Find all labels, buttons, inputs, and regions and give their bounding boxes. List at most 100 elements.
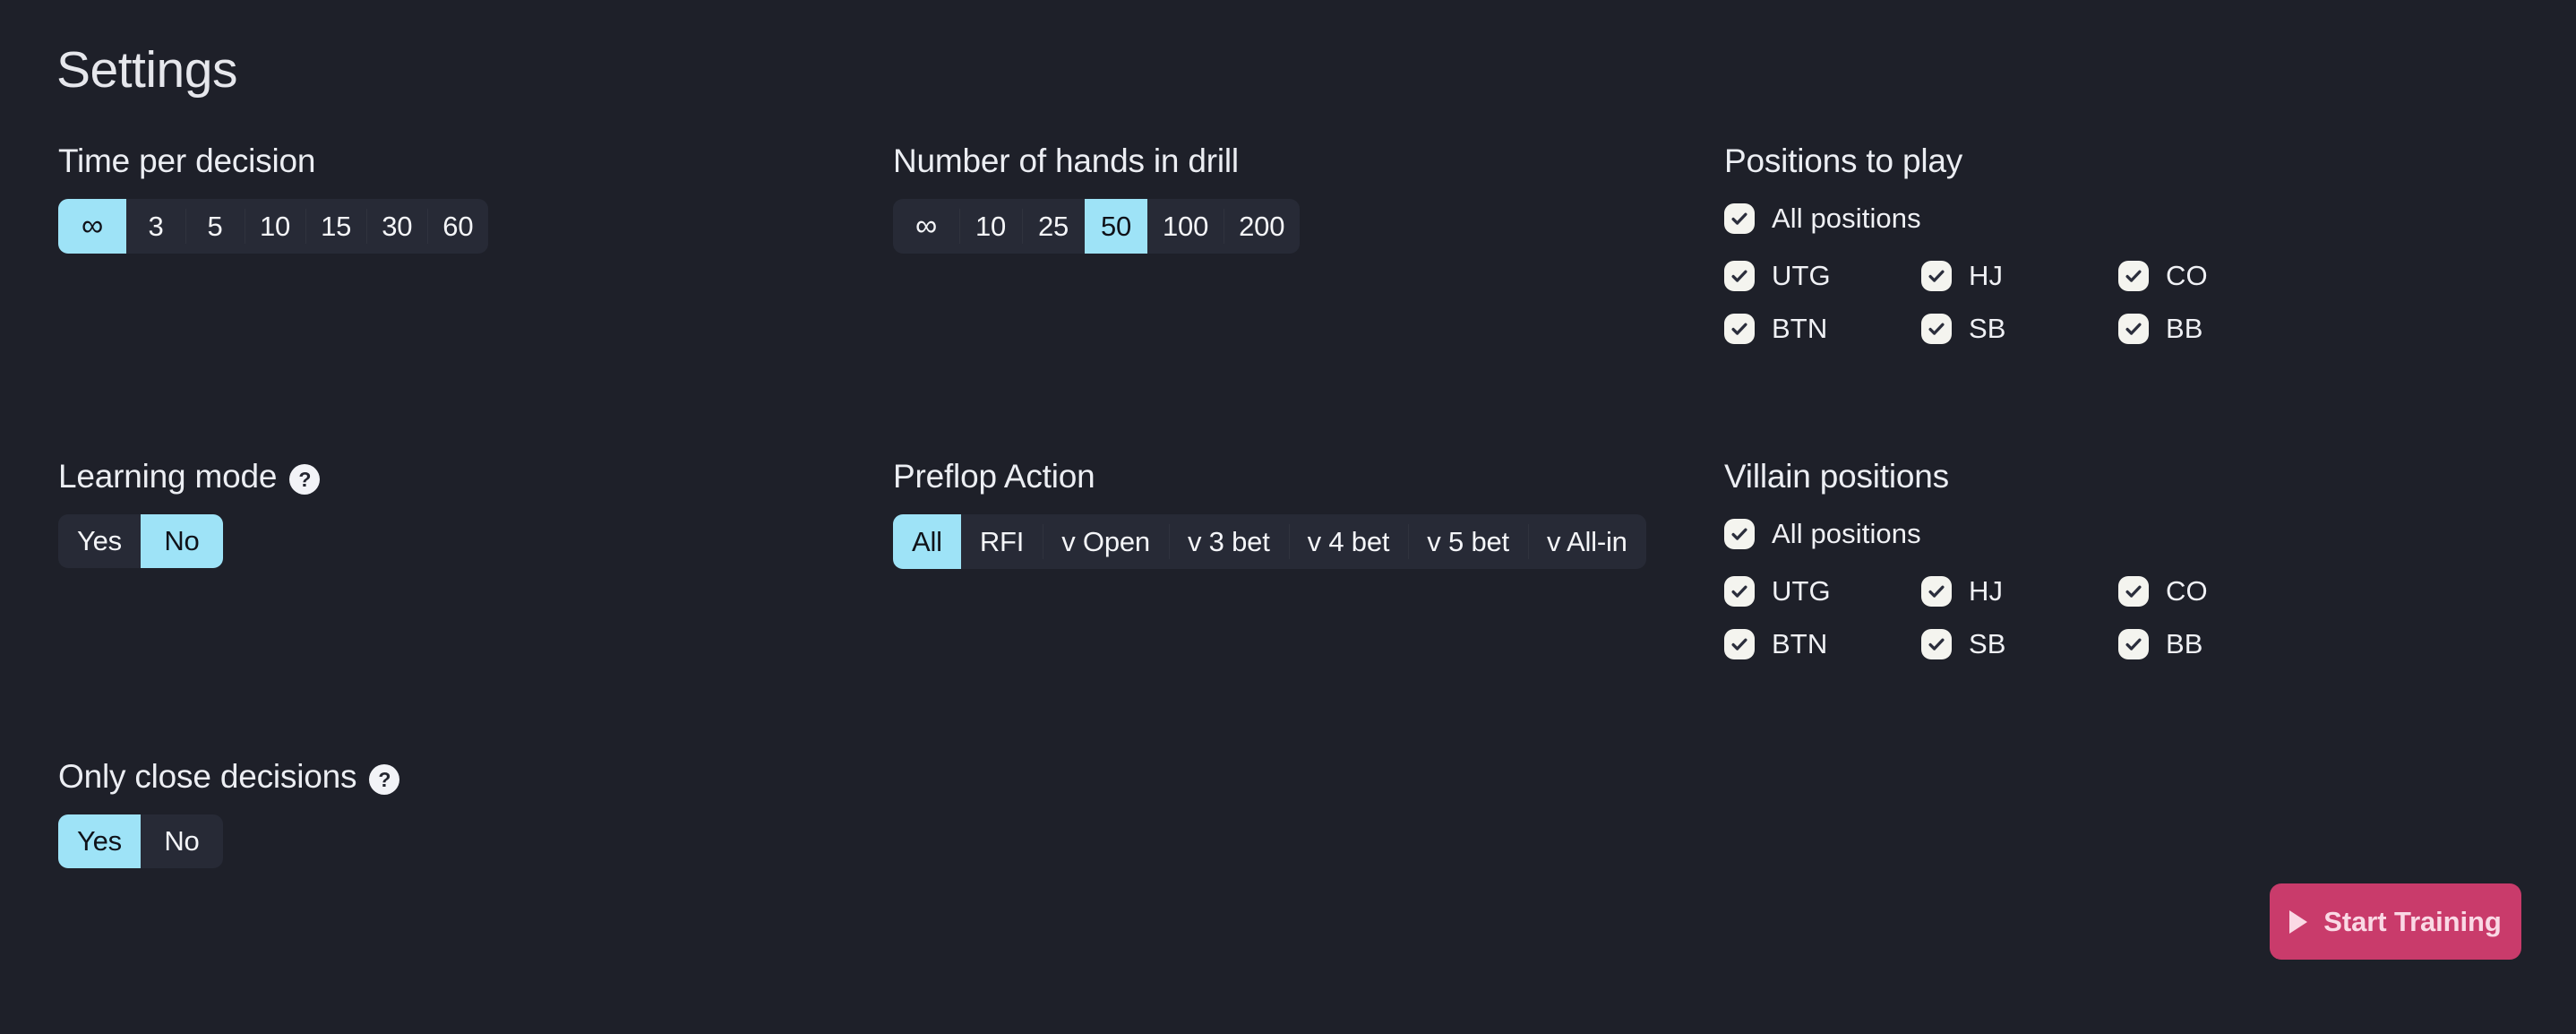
time-option-15[interactable]: 15 — [305, 199, 366, 254]
villain-positions-checkbox-all-positions[interactable]: All positions — [1724, 518, 1921, 550]
time-option-30[interactable]: 30 — [366, 199, 427, 254]
positions-to-play-checkbox-group: All positions UTG HJ CO BTN SB BB — [1724, 202, 2208, 345]
villain-positions-all-row: All positions — [1724, 518, 2208, 550]
checkmark-icon — [1921, 576, 1952, 607]
hands-option-25[interactable]: 25 — [1022, 199, 1085, 254]
positions-to-play-section: Positions to play All positions UTG HJ CO BT… — [1724, 142, 2208, 345]
preflop-option-rfi[interactable]: RFI — [961, 514, 1043, 569]
checkbox-label: HJ — [1969, 260, 2004, 291]
time-per-decision-segmented-control[interactable]: ∞ 3 5 10 15 30 60 — [58, 199, 489, 254]
checkbox-label: BB — [2166, 313, 2203, 344]
only-close-option-no[interactable]: No — [141, 814, 223, 868]
time-option-10[interactable]: 10 — [245, 199, 305, 254]
checkbox-label: All positions — [1772, 202, 1921, 234]
checkbox-label: BTN — [1772, 628, 1828, 659]
start-training-label: Start Training — [2323, 905, 2502, 937]
time-option-60[interactable]: 60 — [427, 199, 488, 254]
checkmark-icon — [1724, 203, 1755, 234]
start-training-button[interactable]: Start Training — [2270, 883, 2521, 960]
checkmark-icon — [2118, 629, 2149, 659]
villain-positions-section: Villain positions All positions UTG HJ CO BT… — [1724, 457, 2208, 660]
positions-to-play-checkbox-hj[interactable]: HJ — [1921, 260, 2118, 292]
hands-option-100[interactable]: 100 — [1147, 199, 1224, 254]
positions-to-play-title: Positions to play — [1724, 142, 1963, 179]
checkmark-icon — [1921, 314, 1952, 344]
checkbox-label: SB — [1969, 313, 2006, 344]
positions-to-play-row: UTG HJ CO — [1724, 260, 2208, 292]
time-per-decision-section: Time per decision ∞ 3 5 10 15 30 60 — [58, 142, 489, 254]
positions-to-play-checkbox-sb[interactable]: SB — [1921, 313, 2118, 345]
hands-option-50[interactable]: 50 — [1085, 199, 1147, 254]
preflop-option-v-all-in[interactable]: v All-in — [1527, 514, 1646, 569]
infinity-icon: ∞ — [914, 208, 938, 243]
hands-in-drill-segmented-control[interactable]: ∞ 10 25 50 100 200 — [893, 199, 1301, 254]
villain-positions-title: Villain positions — [1724, 458, 1949, 495]
hands-in-drill-label: Number of hands in drill — [893, 142, 1300, 181]
villain-positions-label: Villain positions — [1724, 457, 2208, 496]
preflop-option-v-open[interactable]: v Open — [1043, 514, 1169, 569]
villain-positions-checkbox-utg[interactable]: UTG — [1724, 575, 1921, 607]
learning-mode-option-no[interactable]: No — [141, 514, 223, 568]
positions-to-play-checkbox-btn[interactable]: BTN — [1724, 313, 1921, 345]
help-icon[interactable]: ? — [289, 464, 321, 495]
time-option-5[interactable]: 5 — [185, 199, 245, 254]
preflop-option-v-5-bet[interactable]: v 5 bet — [1408, 514, 1528, 569]
learning-mode-label: Learning mode ? — [58, 457, 321, 496]
preflop-action-title: Preflop Action — [893, 458, 1095, 495]
checkmark-icon — [1921, 629, 1952, 659]
preflop-option-v-4-bet[interactable]: v 4 bet — [1288, 514, 1409, 569]
learning-mode-option-yes[interactable]: Yes — [58, 514, 141, 568]
time-option-3[interactable]: 3 — [126, 199, 185, 254]
learning-mode-toggle[interactable]: Yes No — [58, 514, 223, 568]
checkbox-label: BTN — [1772, 313, 1828, 344]
hands-option-10[interactable]: 10 — [959, 199, 1022, 254]
villain-positions-checkbox-co[interactable]: CO — [2118, 575, 2208, 607]
positions-to-play-checkbox-bb[interactable]: BB — [2118, 313, 2203, 345]
positions-to-play-checkbox-co[interactable]: CO — [2118, 260, 2208, 292]
positions-to-play-checkbox-utg[interactable]: UTG — [1724, 260, 1921, 292]
preflop-action-label: Preflop Action — [893, 457, 1646, 496]
villain-positions-checkbox-hj[interactable]: HJ — [1921, 575, 2118, 607]
villain-positions-checkbox-bb[interactable]: BB — [2118, 628, 2203, 660]
preflop-option-all[interactable]: All — [893, 514, 961, 569]
only-close-decisions-section: Only close decisions ? Yes No — [58, 757, 400, 868]
hands-in-drill-section: Number of hands in drill ∞ 10 25 50 100 200 — [893, 142, 1301, 254]
villain-positions-checkbox-sb[interactable]: SB — [1921, 628, 2118, 660]
checkmark-icon — [1724, 261, 1755, 291]
checkbox-label: CO — [2166, 575, 2208, 607]
checkmark-icon — [2118, 576, 2149, 607]
checkbox-label: BB — [2166, 628, 2203, 659]
help-icon[interactable]: ? — [369, 764, 400, 795]
checkmark-icon — [1921, 261, 1952, 291]
checkbox-label: HJ — [1969, 575, 2004, 607]
hands-option-[interactable]: ∞ — [893, 199, 959, 254]
play-icon — [2289, 909, 2308, 934]
checkmark-icon — [2118, 314, 2149, 344]
checkbox-label: All positions — [1772, 518, 1921, 549]
learning-mode-section: Learning mode ? Yes No — [58, 457, 321, 568]
preflop-option-v-3-bet[interactable]: v 3 bet — [1168, 514, 1289, 569]
time-per-decision-title: Time per decision — [58, 142, 316, 179]
positions-to-play-row: BTN SB BB — [1724, 313, 2208, 345]
positions-to-play-all-row: All positions — [1724, 202, 2208, 235]
villain-positions-checkbox-group: All positions UTG HJ CO BTN SB BB — [1724, 518, 2208, 660]
checkbox-label: UTG — [1772, 260, 1831, 291]
only-close-decisions-title: Only close decisions — [58, 758, 357, 795]
villain-positions-row: BTN SB BB — [1724, 628, 2208, 660]
hands-in-drill-title: Number of hands in drill — [893, 142, 1239, 179]
page-title: Settings — [56, 41, 237, 99]
checkbox-label: CO — [2166, 260, 2208, 291]
time-option-[interactable]: ∞ — [58, 199, 126, 254]
positions-to-play-checkbox-all-positions[interactable]: All positions — [1724, 202, 1921, 235]
time-per-decision-label: Time per decision — [58, 142, 488, 181]
checkmark-icon — [1724, 576, 1755, 607]
positions-to-play-label: Positions to play — [1724, 142, 2208, 181]
villain-positions-checkbox-btn[interactable]: BTN — [1724, 628, 1921, 660]
only-close-option-yes[interactable]: Yes — [58, 814, 141, 868]
only-close-decisions-toggle[interactable]: Yes No — [58, 814, 223, 868]
villain-positions-row: UTG HJ CO — [1724, 575, 2208, 607]
preflop-action-section: Preflop Action All RFI v Open v 3 bet v 4 be… — [893, 457, 1646, 569]
only-close-decisions-label: Only close decisions ? — [58, 757, 400, 797]
hands-option-200[interactable]: 200 — [1224, 199, 1300, 254]
preflop-action-segmented-control[interactable]: All RFI v Open v 3 bet v 4 bet v 5 bet v All-i… — [893, 514, 1646, 569]
